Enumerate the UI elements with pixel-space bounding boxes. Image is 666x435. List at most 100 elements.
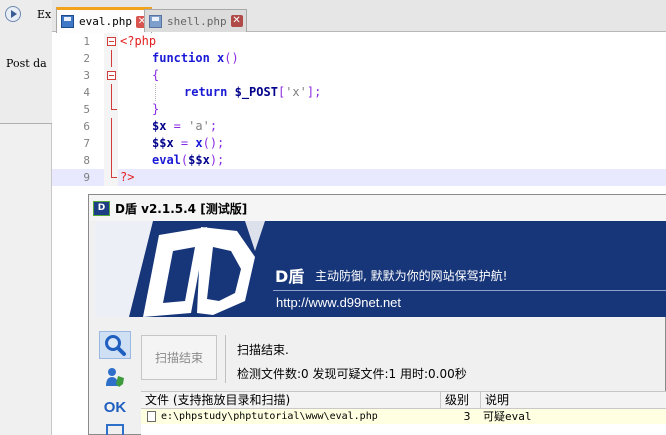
ok-tool-button[interactable]: OK [99, 393, 131, 421]
eval-arg: $$x [188, 153, 210, 167]
fold-margin [104, 33, 118, 50]
side-toolbar: OK [95, 331, 135, 435]
banner-product-name: D盾 [275, 267, 305, 286]
line-number: 2 [83, 52, 90, 65]
tab-shell-php[interactable]: shell.php ✕ [144, 9, 247, 32]
table-header: 文件 (支持拖放目录和扫描) 级别 说明 [141, 392, 666, 409]
brace-close: } [152, 102, 160, 116]
call-x: x [195, 136, 203, 150]
fold-margin [104, 135, 118, 152]
save-file-icon [149, 14, 162, 28]
keyword-eval: eval [152, 153, 181, 167]
code-line: 3 { [52, 67, 666, 84]
file-icon [147, 411, 156, 422]
code-line: 6 $x = 'a'; [52, 118, 666, 135]
parens: () [224, 51, 239, 65]
dshield-window: D D盾 v2.1.5.4 [测试版] D盾 主动防御, 默默为你的网站保驾护航… [88, 194, 666, 435]
fold-toggle-icon[interactable] [107, 37, 116, 46]
scan-end-button[interactable]: 扫描结束 [141, 335, 217, 380]
line-number: 4 [83, 86, 90, 99]
row-description: 可疑eval [483, 409, 532, 424]
banner: D盾 主动防御, 默默为你的网站保驾护航! http://www.d99net.… [95, 221, 666, 317]
fold-margin [104, 101, 118, 118]
banner-slogan: 主动防御, 默默为你的网站保驾护航! [315, 269, 508, 283]
results-table: 文件 (支持拖放目录和扫描) 级别 说明 e:\phpstudy\phptuto… [141, 391, 666, 435]
close-tab-icon[interactable]: ✕ [230, 15, 243, 27]
fold-line [111, 84, 112, 101]
code-line: 8 eval($$x); [52, 152, 666, 169]
call-parens: (); [202, 136, 225, 150]
code-line: 7 $$x = x(); [52, 135, 666, 152]
post-key: 'x' [285, 85, 307, 99]
fold-margin [104, 169, 118, 186]
code-line: 5 } [52, 101, 666, 118]
variable-x: $x [152, 119, 167, 133]
banner-url-link[interactable]: http://www.d99net.net [276, 295, 401, 310]
window-title: D盾 v2.1.5.4 [测试版] [115, 201, 248, 216]
assign-op: = [173, 136, 196, 150]
table-row[interactable]: e:\phpstudy\phptutorial\www\eval.php 3 可… [141, 409, 666, 424]
row-desc-prefix: 可疑 [483, 410, 505, 423]
php-open-tag: <?php [120, 34, 157, 48]
fold-line [111, 135, 112, 152]
post-superglobal: $_POST [234, 85, 278, 99]
code-line: 4 return $_POST['x']; [52, 84, 666, 101]
column-header-file[interactable]: 文件 (支持拖放目录和扫描) [141, 392, 441, 409]
row-file-path: e:\phpstudy\phptutorial\www\eval.php [161, 411, 378, 422]
fold-toggle-icon[interactable] [107, 71, 116, 80]
index-close: ]; [306, 85, 322, 99]
dshield-logo-icon: D [93, 200, 110, 216]
divider [225, 335, 226, 383]
fold-line [111, 50, 112, 67]
tab-bar: eval.php ✕ shell.php ✕ [52, 0, 666, 33]
save-file-icon [61, 15, 74, 28]
brace-open: { [152, 68, 160, 82]
left-pane: Ex Post da [0, 0, 52, 435]
keyword-return: return [184, 85, 228, 99]
row-desc-func: eval [505, 410, 532, 423]
code-area[interactable]: 1 <?php 2 function x() 3 { 4 return $_PO… [52, 33, 666, 186]
tab-eval-php[interactable]: eval.php ✕ [56, 7, 152, 33]
line-number: 5 [83, 103, 90, 116]
fold-line [111, 152, 112, 169]
user-shield-icon [106, 368, 124, 387]
banner-divider [273, 290, 666, 291]
code-line: 2 function x() [52, 50, 666, 67]
execute-icon[interactable] [5, 6, 21, 22]
code-line-current: 9 ?> [52, 169, 666, 186]
tab-label: eval.php [79, 15, 132, 28]
semicolon: ; [209, 119, 218, 133]
fold-margin [104, 84, 118, 101]
more-tools-icon[interactable] [99, 423, 131, 435]
fold-margin [104, 118, 118, 135]
fold-end [111, 169, 117, 178]
process-button[interactable] [99, 363, 131, 391]
line-number: 3 [83, 69, 90, 82]
execute-label[interactable]: Ex [37, 8, 51, 21]
fold-margin [104, 152, 118, 169]
fold-end [111, 101, 117, 110]
eval-close: ); [209, 153, 225, 167]
line-number: 7 [83, 137, 90, 150]
fold-margin [104, 50, 118, 67]
column-header-level[interactable]: 级别 [441, 392, 481, 409]
scan-stats-text: 检测文件数:0 发现可疑文件:1 用时:0.00秒 [237, 367, 467, 381]
php-close-tag: ?> [120, 170, 135, 184]
variable-variable: $$x [152, 136, 174, 150]
row-level: 3 [463, 410, 471, 423]
post-data-label: Post da [6, 57, 47, 70]
window-titlebar[interactable]: D D盾 v2.1.5.4 [测试版] [89, 195, 666, 221]
scan-button[interactable] [99, 331, 131, 359]
line-number: 6 [83, 120, 90, 133]
indent-guide [155, 84, 156, 101]
fold-line [111, 118, 112, 135]
line-number: 1 [83, 35, 90, 48]
line-number: 8 [83, 154, 90, 167]
keyword-function: function [152, 51, 210, 65]
magnifier-icon [105, 335, 126, 356]
column-header-desc[interactable]: 说明 [481, 392, 666, 409]
tab-label: shell.php [167, 14, 227, 28]
string-a: 'a' [188, 119, 210, 133]
assign-op: = [166, 119, 189, 133]
line-number: 9 [83, 171, 90, 184]
